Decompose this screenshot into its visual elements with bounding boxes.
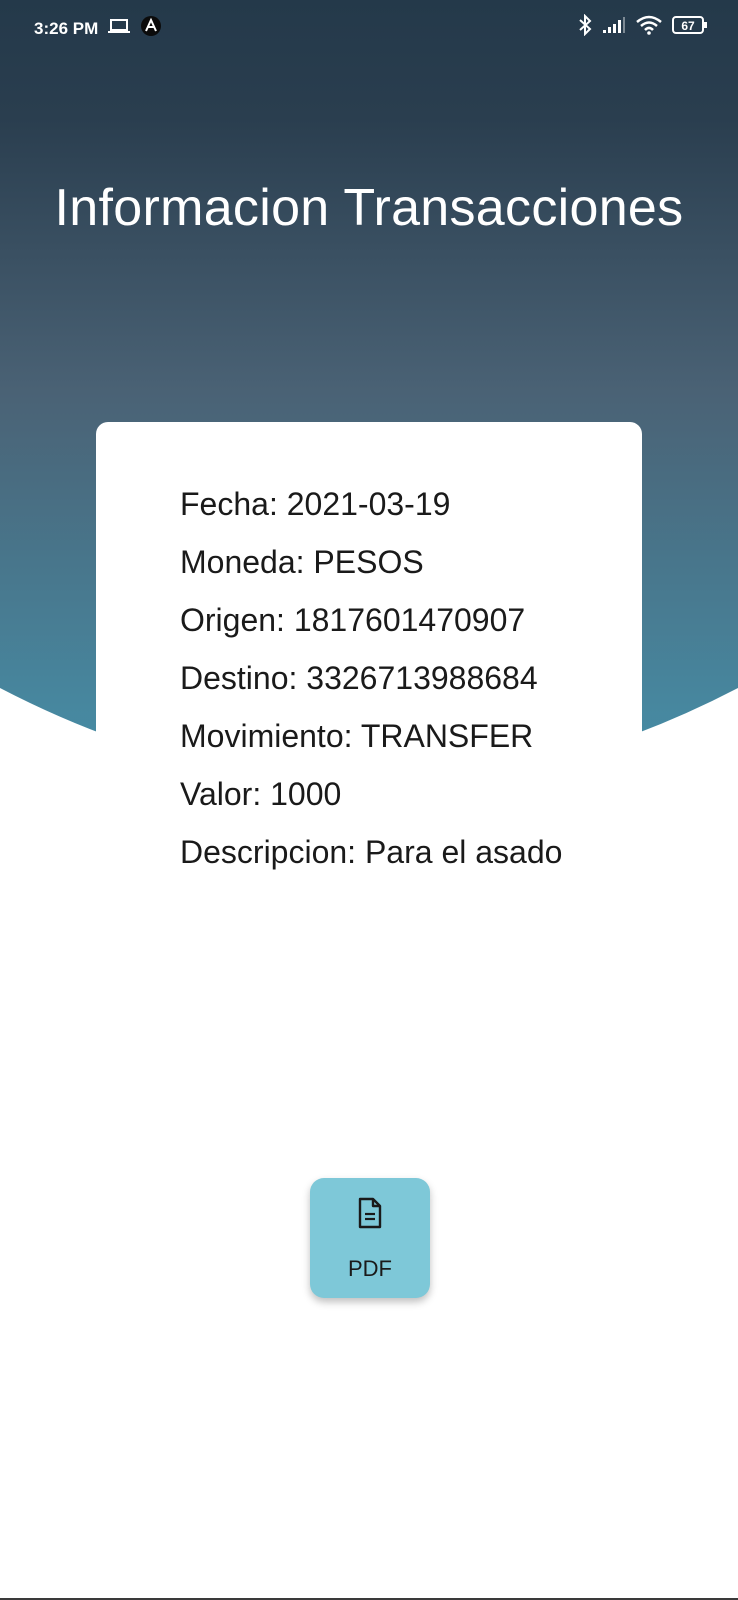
status-bar: 3:26 PM 67 xyxy=(0,0,738,52)
wifi-icon xyxy=(636,15,662,40)
pdf-button[interactable]: PDF xyxy=(310,1178,430,1298)
fecha-row: Fecha: 2021-03-19 xyxy=(180,486,451,522)
transaction-details: Fecha: 2021-03-19 Moneda: PESOS Origen: … xyxy=(180,484,562,890)
battery-level: 67 xyxy=(681,19,695,33)
document-icon xyxy=(357,1197,383,1234)
movimiento-row: Movimiento: TRANSFER xyxy=(180,718,534,754)
transaction-card: Fecha: 2021-03-19 Moneda: PESOS Origen: … xyxy=(96,422,642,922)
bluetooth-icon xyxy=(578,13,592,41)
page-title: Informacion Transacciones xyxy=(54,179,684,237)
valor-row: Valor: 1000 xyxy=(180,776,342,812)
destino-row: Destino: 3326713988684 xyxy=(180,660,538,696)
moneda-row: Moneda: PESOS xyxy=(180,544,424,580)
status-time: 3:26 PM xyxy=(34,18,99,38)
descripcion-row: Descripcion: Para el asado xyxy=(180,834,563,870)
origen-row: Origen: 1817601470907 xyxy=(180,602,526,638)
signal-icon xyxy=(602,16,626,39)
laptop-icon xyxy=(108,18,131,39)
pdf-button-label: PDF xyxy=(348,1255,392,1281)
battery-icon: 67 xyxy=(672,15,708,40)
app-a-icon xyxy=(140,15,162,42)
